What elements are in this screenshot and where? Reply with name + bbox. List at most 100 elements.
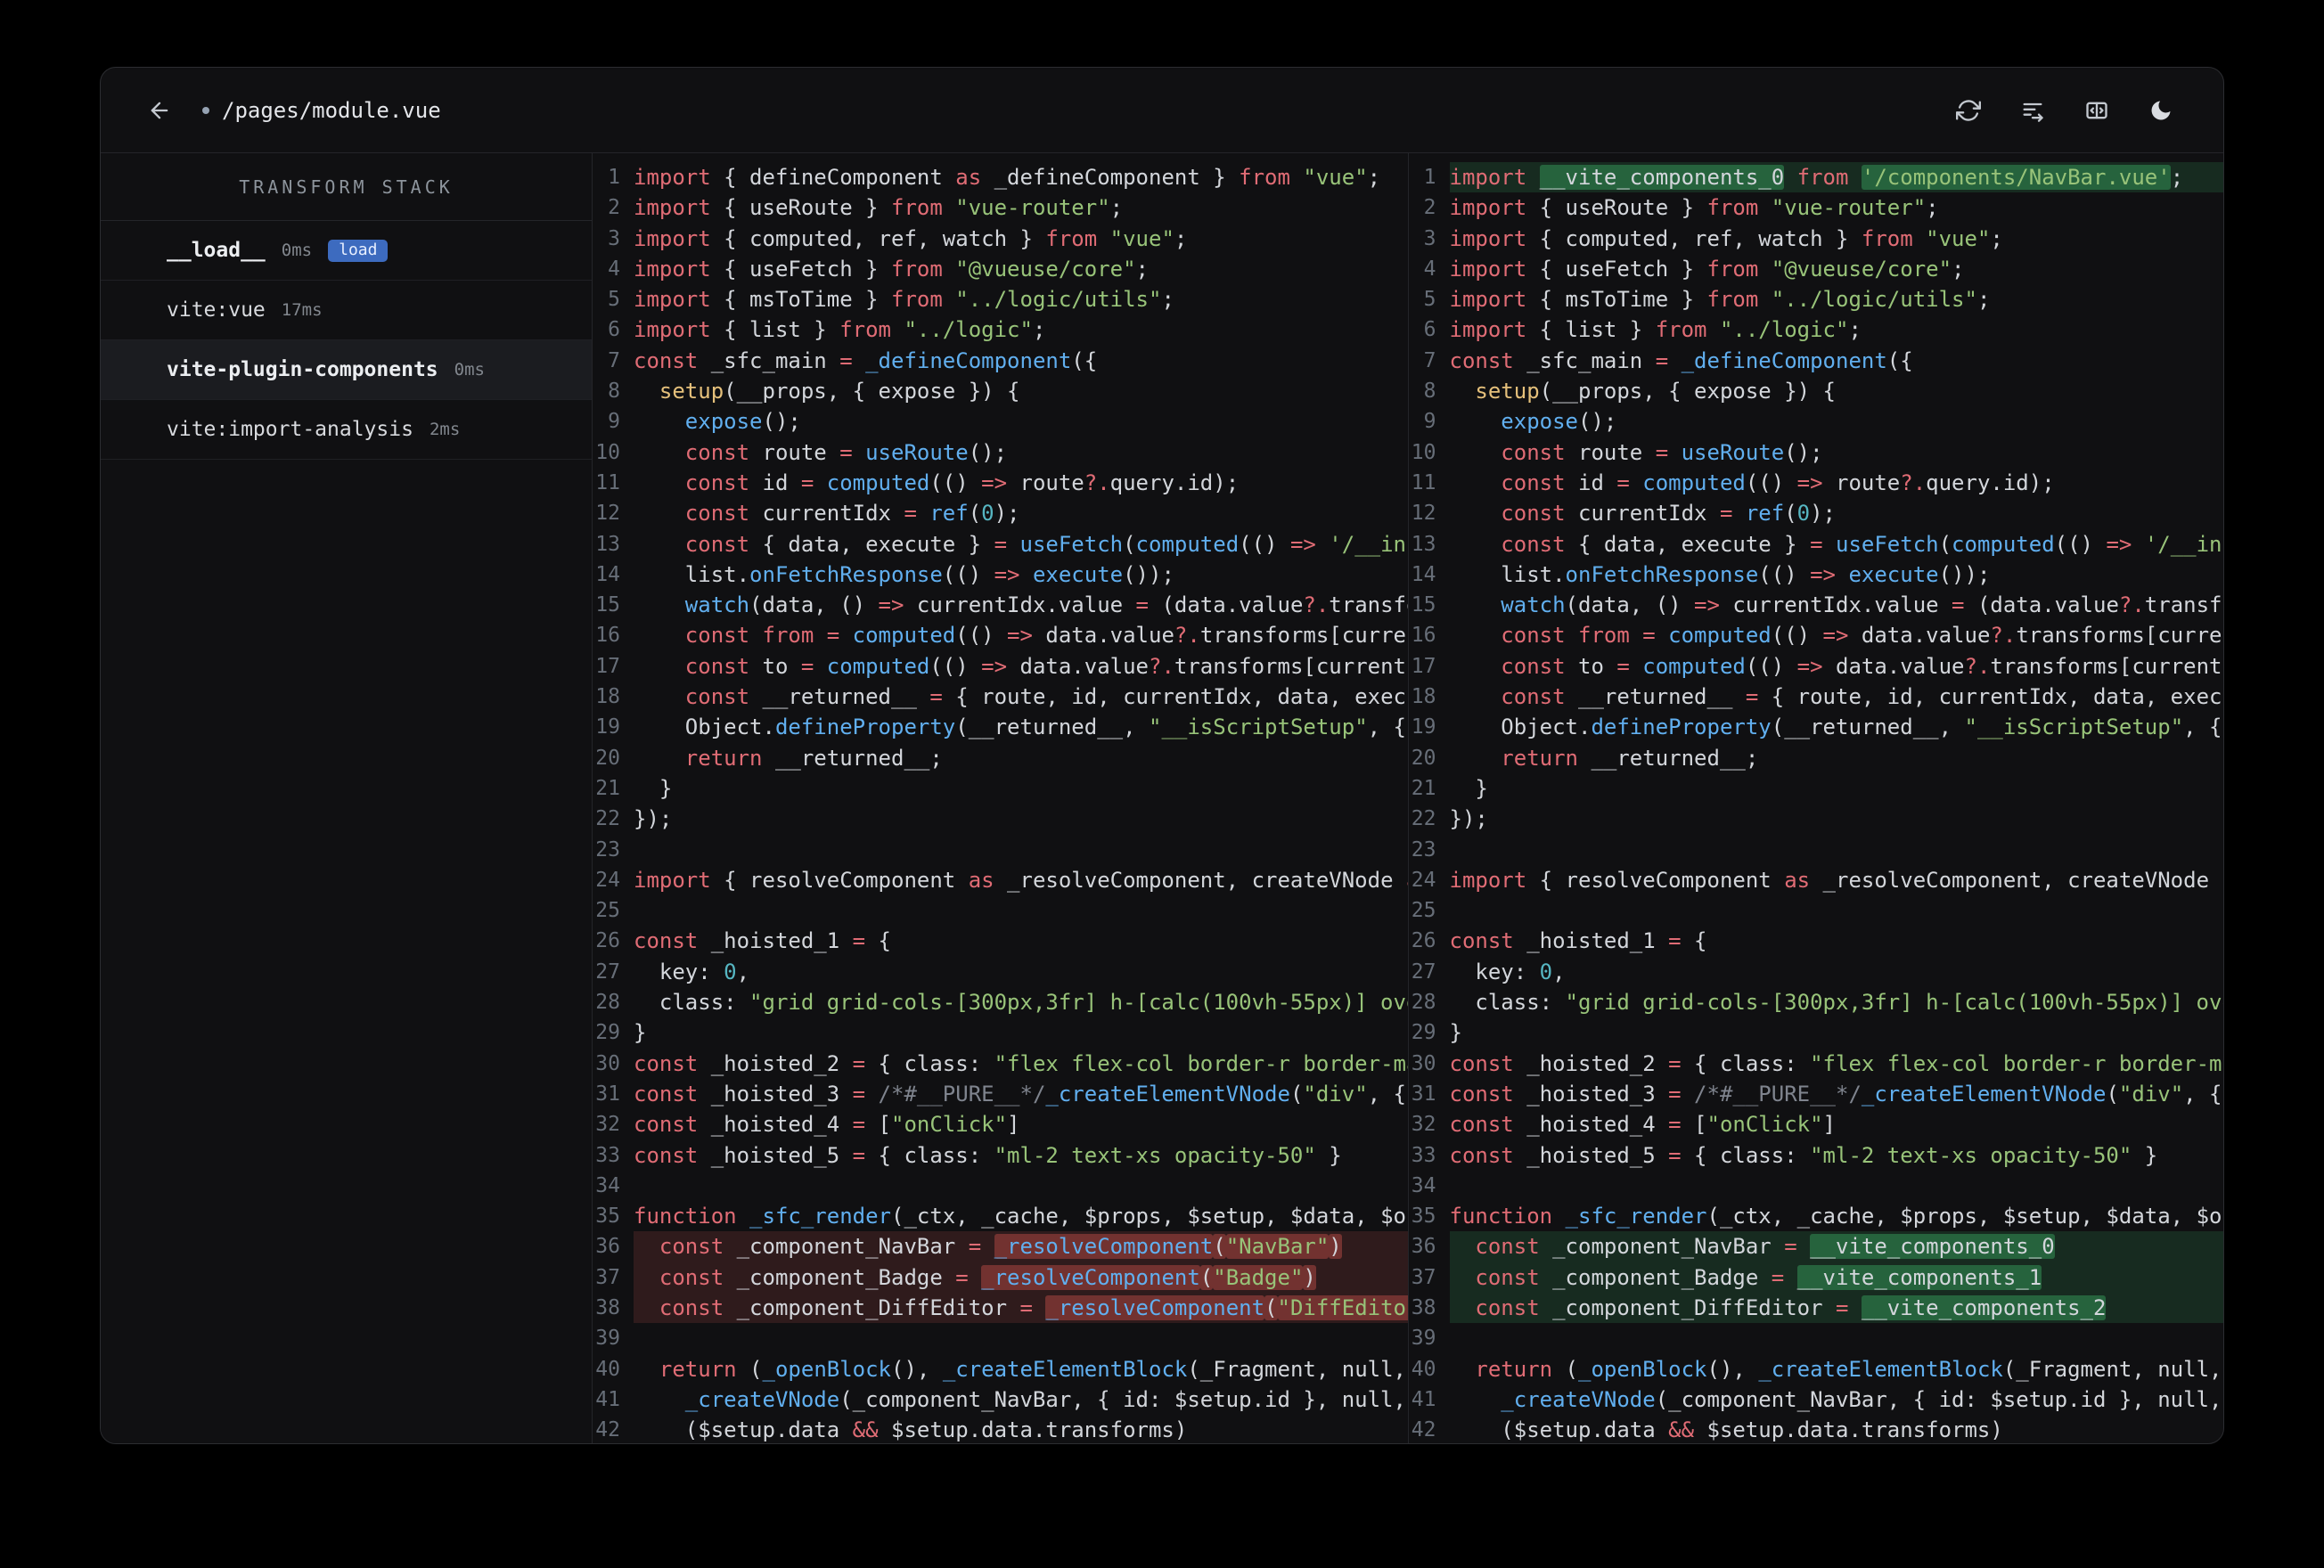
code-line: 21 } <box>1411 775 1488 801</box>
transform-item-vite-plugin-components[interactable]: vite-plugin-components 0ms <box>101 340 592 400</box>
code-line: 9 expose(); <box>608 409 801 435</box>
code-line: 33 const _hoisted_5 = { class: "ml-2 text… <box>1411 1142 2158 1168</box>
transform-name: vite-plugin-components <box>167 358 438 381</box>
theme-toggle-button[interactable] <box>2148 98 2173 123</box>
transform-name: vite:vue <box>167 298 266 322</box>
back-button[interactable] <box>147 98 172 123</box>
code-line: 26 const _hoisted_1 = { <box>595 928 891 954</box>
code-line: 2 import { useRoute } from "vue-router"; <box>608 195 1124 221</box>
transform-time: 2ms <box>429 420 461 439</box>
code-line: 12 const currentIdx = ref(0); <box>595 501 1020 527</box>
code-line: 25 <box>1411 899 1436 923</box>
back-arrow-icon <box>151 102 168 118</box>
diff-pane-after[interactable]: 1 import __vite_components_0 from '/compo… <box>1409 153 2223 1443</box>
diff-pane-before[interactable]: 1 import { defineComponent as _defineComp… <box>593 153 1409 1443</box>
code-line: 16 const from = computed(() => data.valu… <box>595 623 1407 649</box>
refresh-icon <box>1956 99 1981 121</box>
code-line: 4 import { useFetch } from "@vueuse/core"… <box>1423 256 1965 282</box>
code-line: 30 const _hoisted_2 = { class: "flex flex… <box>595 1050 1407 1076</box>
code-line: 4 import { useFetch } from "@vueuse/core"… <box>608 256 1149 282</box>
code-line: 23 <box>595 837 620 862</box>
code-line: 5 import { msToTime } from "../logic/util… <box>1423 287 1991 313</box>
transform-time: 0ms <box>281 241 313 260</box>
code-line: 23 <box>1411 837 1436 862</box>
code-line: 29} <box>595 1020 647 1046</box>
code-line: 11 const id = computed(() => route?.quer… <box>1411 470 2055 495</box>
code-line: 36 const _component_NavBar = __vite_comp… <box>1409 1231 2223 1262</box>
code-line: 2 import { useRoute } from "vue-router"; <box>1423 195 1939 221</box>
code-line: 1 import { defineComponent as _defineComp… <box>608 165 1381 190</box>
code-line: 10 const route = useRoute(); <box>1411 439 1823 465</box>
code-line: 31 const _hoisted_3 = /*#__PURE__*/_creat… <box>1411 1081 2222 1107</box>
main-area: TRANSFORM STACK __load__ 0ms load vite:v… <box>101 153 2223 1443</box>
code-line: 14 list.onFetchResponse(() => execute())… <box>1411 561 1991 587</box>
code-line: 5 import { msToTime } from "../logic/util… <box>608 287 1174 313</box>
code-line: 33 const _hoisted_5 = { class: "ml-2 text… <box>595 1142 1342 1168</box>
code-line: 28 class: "grid grid-cols-[300px,3fr] h-… <box>1411 990 2223 1016</box>
transform-name: __load__ <box>167 239 266 262</box>
code-line: 16 const from = computed(() => data.valu… <box>1411 623 2223 649</box>
code-line: 35 function _sfc_render(_ctx, _cache, $pr… <box>595 1204 1407 1229</box>
code-line: 22}); <box>1411 806 1488 832</box>
one-column-icon <box>2023 102 2043 122</box>
refresh-button[interactable] <box>1956 98 1981 123</box>
code-line: 25 <box>595 899 620 923</box>
inspect-window: /pages/module.vue TRANSFORM STACK __load… <box>100 67 2224 1444</box>
code-line: 39 <box>595 1327 620 1351</box>
code-line: 3 import { computed, ref, watch } from "v… <box>1423 225 2003 251</box>
code-line: 30 const _hoisted_2 = { class: "flex flex… <box>1411 1050 2223 1076</box>
code-line: 17 const to = computed(() => data.value?… <box>1411 653 2223 679</box>
code-line: 19 Object.defineProperty(__returned__, "… <box>1411 715 2222 740</box>
topbar: /pages/module.vue <box>101 68 2223 153</box>
transform-name: vite:import-analysis <box>167 418 413 441</box>
code-line: 15 watch(data, () => currentIdx.value = … <box>595 592 1407 618</box>
diff-toggle-button[interactable] <box>2084 98 2109 123</box>
moon-icon <box>2151 101 2171 119</box>
code-line: 40 return (_openBlock(), _createElementB… <box>595 1356 1408 1382</box>
transform-item-vite-import-analysis[interactable]: vite:import-analysis 2ms <box>101 400 592 460</box>
code-line: 34 <box>595 1173 620 1197</box>
code-line: 22}); <box>595 806 673 832</box>
code-line: 14 list.onFetchResponse(() => execute())… <box>595 561 1174 587</box>
code-line: 20 return __returned__; <box>595 745 943 771</box>
code-line: 32 const _hoisted_4 = ["onClick"] <box>595 1112 1020 1138</box>
code-line: 6 import { list } from "../logic"; <box>1423 317 1862 343</box>
code-line: 37 const _component_Badge = __vite_compo… <box>1409 1262 2223 1293</box>
module-dot-icon <box>202 106 209 114</box>
code-line: 29} <box>1411 1020 1462 1046</box>
code-line: 42 ($setup.data && $setup.data.transform… <box>595 1417 1188 1443</box>
code-line: 18 const __returned__ = { route, id, cur… <box>595 684 1407 710</box>
code-line: 15 watch(data, () => currentIdx.value = … <box>1411 592 2223 618</box>
code-line: 8 setup(__props, { expose }) { <box>608 379 1020 404</box>
transform-item-vite-vue[interactable]: vite:vue 17ms <box>101 281 592 340</box>
code-line: 37 const _component_Badge = _resolveComp… <box>593 1262 1408 1293</box>
transform-item-load[interactable]: __load__ 0ms load <box>101 221 592 281</box>
transform-stack-sidebar: TRANSFORM STACK __load__ 0ms load vite:v… <box>101 153 593 1443</box>
code-line: 27 key: 0, <box>595 959 750 984</box>
code-line: 41 _createVNode(_component_NavBar, { id:… <box>1411 1386 2222 1412</box>
code-line: 38 const _component_DiffEditor = _resolv… <box>593 1292 1408 1324</box>
code-line: 20 return __returned__; <box>1411 745 1759 771</box>
code-line: 11 const id = computed(() => route?.quer… <box>595 470 1240 495</box>
code-line: 35 function _sfc_render(_ctx, _cache, $pr… <box>1411 1204 2223 1229</box>
code-line: 7 const _sfc_main = _defineComponent({ <box>608 347 1098 373</box>
code-line: 24 import { resolveComponent as _resolveC… <box>1411 867 2223 893</box>
code-line: 6 import { list } from "../logic"; <box>608 317 1046 343</box>
topbar-icons <box>1956 98 2173 123</box>
code-line: 39 <box>1411 1327 1436 1351</box>
side-by-side-icon <box>2086 102 2107 118</box>
code-line: 38 const _component_DiffEditor = __vite_… <box>1409 1292 2223 1324</box>
load-badge: load <box>328 239 389 262</box>
code-line: 28 class: "grid grid-cols-[300px,3fr] h-… <box>595 990 1407 1016</box>
code-line: 17 const to = computed(() => data.value?… <box>595 653 1407 679</box>
one-column-toggle-button[interactable] <box>2020 98 2045 123</box>
code-line: 34 <box>1411 1173 1436 1197</box>
module-title: /pages/module.vue <box>202 98 441 123</box>
transform-time: 17ms <box>281 300 323 320</box>
code-line: 27 key: 0, <box>1411 959 1566 984</box>
code-line: 21 } <box>595 775 673 801</box>
code-line: 18 const __returned__ = { route, id, cur… <box>1411 684 2223 710</box>
code-line: 8 setup(__props, { expose }) { <box>1423 379 1836 404</box>
code-line: 10 const route = useRoute(); <box>595 439 1008 465</box>
code-line: 26 const _hoisted_1 = { <box>1411 928 1707 954</box>
